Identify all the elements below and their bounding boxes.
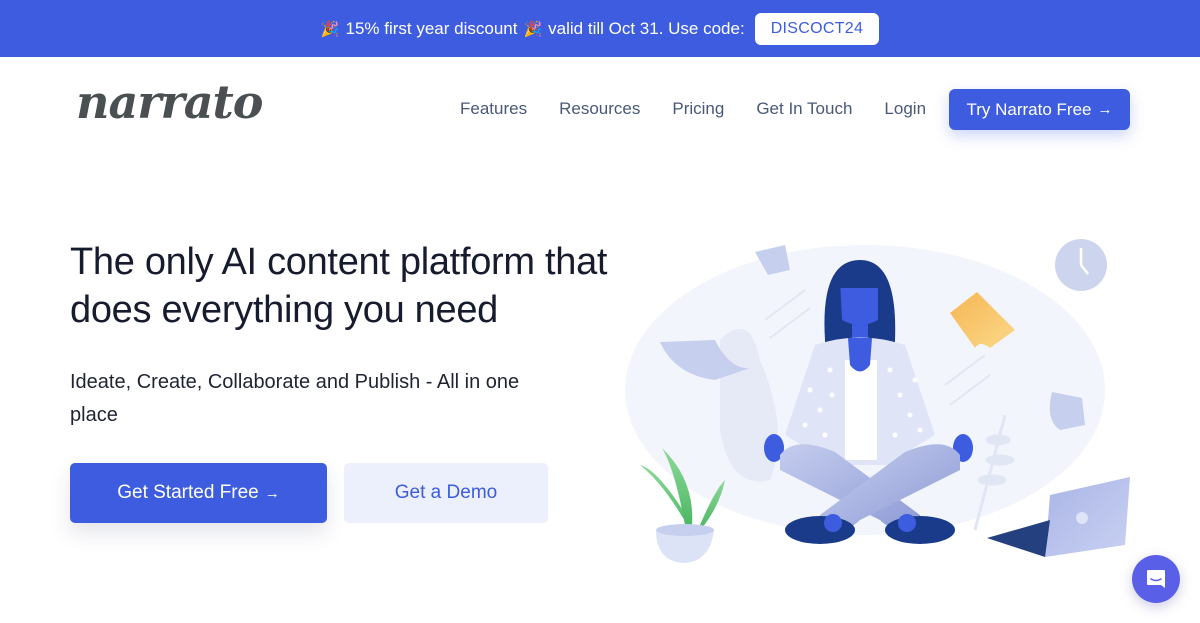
get-a-demo-label: Get a Demo — [394, 482, 498, 503]
site-header: narrato Features Resources Pricing Get I… — [0, 57, 1200, 167]
shirt — [845, 360, 877, 460]
nav-login[interactable]: Login — [884, 99, 926, 119]
floating-paper-icon — [1049, 392, 1085, 430]
hero-subtitle: Ideate, Create, Collaborate and Publish … — [70, 371, 520, 426]
arrow-right-icon: → — [1097, 101, 1113, 118]
get-started-free-label: Get Started Free — [117, 482, 259, 503]
promo-code-badge[interactable]: DISCOCT24 — [754, 12, 880, 45]
clock-icon — [1055, 239, 1107, 291]
nav-get-in-touch[interactable]: Get In Touch — [756, 99, 852, 119]
try-narrato-free-button[interactable]: Try Narrato Free → — [949, 89, 1130, 130]
narrato-logo[interactable]: narrato — [76, 75, 263, 129]
arrow-right-icon: → — [264, 484, 280, 502]
hero-title: The only AI content platform that does e… — [70, 241, 608, 331]
party-popper-icon: 🎉 — [320, 20, 340, 38]
chat-bubble-icon — [1147, 570, 1165, 588]
get-started-free-button[interactable]: Get Started Free → — [70, 463, 327, 523]
promo-discount-text: 15% first year discount — [345, 18, 518, 38]
nav-resources[interactable]: Resources — [559, 99, 640, 119]
main-nav: Features Resources Pricing Get In Touch … — [460, 89, 926, 129]
nav-features[interactable]: Features — [460, 99, 527, 119]
party-popper-icon: 🎉 — [523, 20, 543, 38]
nav-pricing[interactable]: Pricing — [672, 99, 724, 119]
promo-validity-text: valid till Oct 31. Use code: — [548, 18, 745, 38]
try-narrato-free-label: Try Narrato Free — [966, 99, 1092, 119]
promo-text: 🎉 15% first year discount 🎉 valid till O… — [321, 19, 745, 39]
chat-launcher-button[interactable] — [1132, 555, 1180, 603]
promo-banner: 🎉 15% first year discount 🎉 valid till O… — [0, 0, 1200, 57]
meditation-illustration — [625, 239, 1130, 563]
get-a-demo-button[interactable]: Get a Demo — [344, 463, 548, 523]
